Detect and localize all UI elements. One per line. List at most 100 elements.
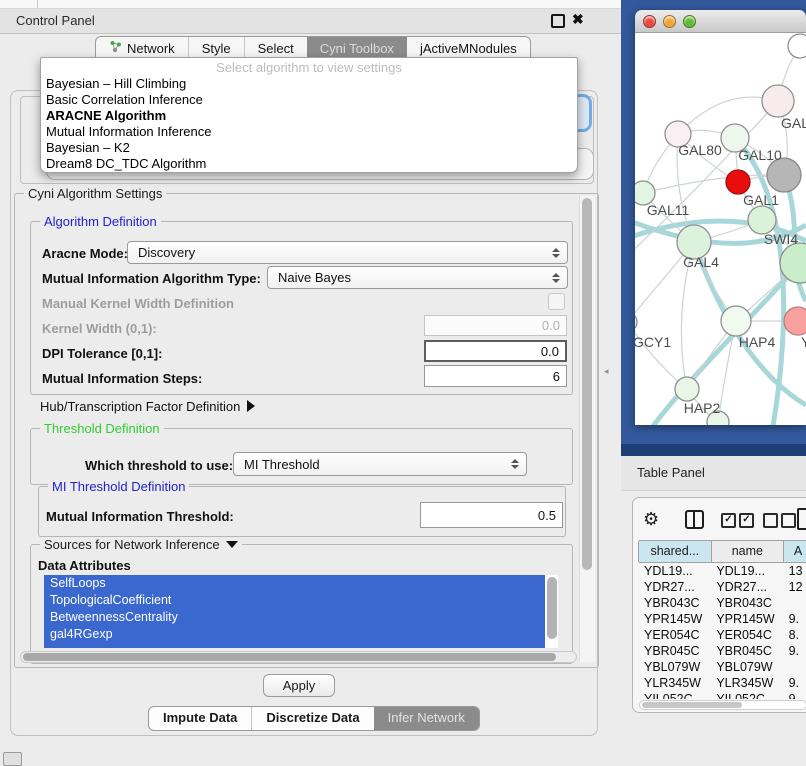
table-cell: YDL19... xyxy=(639,563,711,579)
table-cell: YLR345W xyxy=(711,675,783,691)
node-label: HAP4 xyxy=(739,334,776,350)
dropdown-item[interactable]: ARACNE Algorithm xyxy=(41,108,577,124)
table-panel-titlebar: Table Panel xyxy=(621,456,806,491)
tab-infer-network[interactable]: Infer Network xyxy=(374,707,479,730)
traffic-lights xyxy=(643,15,696,28)
dropdown-item[interactable]: Dream8 DC_TDC Algorithm xyxy=(41,156,577,172)
table-row[interactable]: YIL052CYIL052C9. xyxy=(639,691,806,699)
mi-threshold-field[interactable] xyxy=(420,502,563,528)
mi-algorithm-type-select[interactable]: Naive Bayes xyxy=(267,266,568,289)
which-threshold-select[interactable]: MI Threshold xyxy=(233,452,527,476)
table-cell: 13 xyxy=(784,563,806,579)
data-attributes-list[interactable]: SelfLoopsTopologicalCoefficientBetweenne… xyxy=(44,575,558,648)
scrollbar-thumb[interactable] xyxy=(582,198,592,570)
table-row[interactable]: YBL079WYBL079W xyxy=(639,659,806,675)
attribute-item-partial[interactable] xyxy=(44,643,545,648)
checked-checkbox-icon[interactable]: ✓ xyxy=(721,513,736,528)
scrollbar-thumb[interactable] xyxy=(23,653,556,661)
table-row[interactable]: YBR045CYBR045C9. xyxy=(639,643,806,659)
network-node[interactable] xyxy=(675,377,699,401)
table-horizontal-scrollbar[interactable] xyxy=(639,700,806,710)
node-label: HAP2 xyxy=(684,400,721,416)
aracne-mode-label: Aracne Mode: xyxy=(42,246,128,261)
node-label: GCY1 xyxy=(635,334,671,350)
aracne-mode-select[interactable]: Discovery xyxy=(127,241,568,264)
unchecked-checkbox-icon[interactable] xyxy=(763,513,778,528)
dropdown-item[interactable]: Bayesian – Hill Climbing xyxy=(41,76,577,92)
network-node[interactable] xyxy=(788,34,806,58)
corner-widget-button[interactable] xyxy=(3,752,22,766)
table-cell: YER054C xyxy=(711,627,783,643)
table-row[interactable]: YPR145WYPR145W9. xyxy=(639,611,806,627)
table-rows: YDL19...YDL19...13YDR27...YDR27...12YBR0… xyxy=(639,563,806,699)
attribute-item[interactable]: gal4RGexp xyxy=(44,626,545,643)
split-columns-icon[interactable] xyxy=(685,510,704,529)
table-cell: YPR145W xyxy=(711,611,783,627)
table-panel-title: Table Panel xyxy=(637,465,705,480)
network-node[interactable] xyxy=(748,206,776,234)
scrollbar-thumb[interactable] xyxy=(642,702,742,708)
mi-steps-field[interactable] xyxy=(424,365,567,387)
window-zoom-button[interactable] xyxy=(683,15,696,28)
apply-button[interactable]: Apply xyxy=(263,674,335,697)
table-row[interactable]: YDL19...YDL19...13 xyxy=(639,563,806,579)
kernel-width-field[interactable] xyxy=(424,315,567,336)
dropdown-item[interactable]: Mutual Information Inference xyxy=(41,124,577,140)
control-panel-titlebar: Control Panel ✖ xyxy=(0,9,621,34)
network-edge[interactable] xyxy=(635,322,687,389)
table-row[interactable]: YDR27...YDR27...12 xyxy=(639,579,806,595)
table-row[interactable]: YBR043CYBR043C xyxy=(639,595,806,611)
tab-impute-data[interactable]: Impute Data xyxy=(149,707,251,730)
kernel-width-label: Kernel Width (0,1): xyxy=(42,321,157,336)
mi-threshold-label: Mutual Information Threshold: xyxy=(46,509,234,524)
close-panel-icon[interactable]: ✖ xyxy=(572,11,584,28)
table-row[interactable]: YLR345WYLR345W9. xyxy=(639,675,806,691)
dpi-tolerance-field[interactable] xyxy=(424,340,567,362)
dropdown-item[interactable]: Bayesian – K2 xyxy=(41,140,577,156)
network-node[interactable] xyxy=(784,307,806,335)
tab-discretize-data[interactable]: Discretize Data xyxy=(251,707,373,730)
attribute-item[interactable]: BetweennessCentrality xyxy=(44,609,545,626)
list-scrollbar-thumb[interactable] xyxy=(547,577,557,639)
column-header[interactable]: name xyxy=(711,541,785,562)
column-header[interactable]: shared... xyxy=(638,541,712,562)
settings-vertical-scrollbar[interactable] xyxy=(579,196,595,662)
stepper-arrows-icon xyxy=(551,248,560,258)
float-panel-icon[interactable] xyxy=(551,14,565,28)
sources-title-text: Sources for Network Inference xyxy=(44,537,220,552)
manual-kernel-width-checkbox[interactable] xyxy=(548,293,565,310)
mi-steps-label: Mutual Information Steps: xyxy=(42,371,202,386)
network-canvas-svg[interactable]: GALGAL80GAL10GAL1GAL11SWI4GAL4GCY1HAP4YH… xyxy=(635,33,806,425)
network-node[interactable] xyxy=(762,85,794,117)
algorithm-dropdown[interactable]: Select algorithm to view settings Bayesi… xyxy=(40,57,578,173)
network-node[interactable] xyxy=(721,306,751,336)
network-view-shadow-strip xyxy=(621,444,806,456)
attribute-item[interactable]: SelfLoops xyxy=(44,575,545,592)
mi-algorithm-type-label: Mutual Information Algorithm Type: xyxy=(42,271,261,286)
hub-definition-expander[interactable]: Hub/Transcription Factor Definition xyxy=(40,399,255,414)
dropdown-item[interactable]: Basic Correlation Inference xyxy=(41,92,577,108)
table-cell: YDR27... xyxy=(711,579,783,595)
column-header[interactable]: A xyxy=(783,541,806,562)
sources-group-title[interactable]: Sources for Network Inference xyxy=(40,537,242,552)
network-window[interactable]: GALGAL80GAL10GAL1GAL11SWI4GAL4GCY1HAP4YH… xyxy=(635,10,806,425)
attribute-item[interactable]: TopologicalCoefficient xyxy=(44,592,545,609)
settings-horizontal-scrollbar[interactable] xyxy=(20,651,577,663)
table-cell: YBR045C xyxy=(711,643,783,659)
network-node[interactable] xyxy=(726,170,750,194)
algorithm-dropdown-list: Bayesian – Hill ClimbingBasic Correlatio… xyxy=(41,76,577,172)
network-node[interactable] xyxy=(767,158,801,192)
table-row[interactable]: YER054CYER054C8. xyxy=(639,627,806,643)
network-window-titlebar[interactable] xyxy=(635,10,806,33)
network-node[interactable] xyxy=(635,312,637,332)
node-label: GAL80 xyxy=(678,142,722,158)
splitter-collapse-icon[interactable]: ◂ xyxy=(604,366,609,377)
document-icon[interactable] xyxy=(797,508,806,530)
manual-kernel-width-label: Manual Kernel Width Definition xyxy=(42,296,234,311)
window-minimize-button[interactable] xyxy=(663,15,676,28)
table-cell: 12 xyxy=(784,579,806,595)
gear-icon[interactable]: ⚙ xyxy=(643,508,659,530)
checked-checkbox-icon[interactable]: ✓ xyxy=(739,513,754,528)
unchecked-checkbox-icon[interactable] xyxy=(781,513,796,528)
window-close-button[interactable] xyxy=(643,15,656,28)
